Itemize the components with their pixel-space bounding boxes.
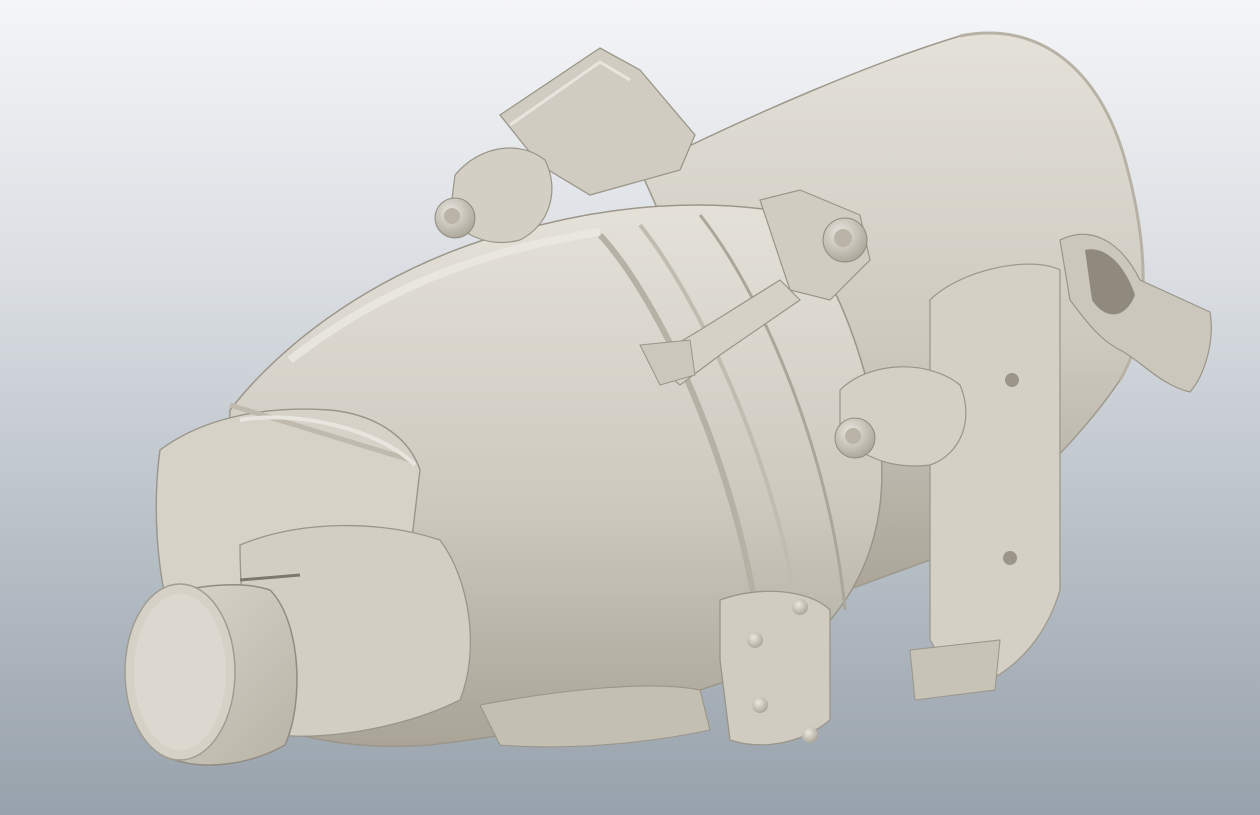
scanned-transmission-model[interactable]	[0, 0, 1260, 815]
middle-bolt-boss[interactable]	[834, 366, 967, 467]
3d-viewport[interactable]	[0, 0, 1260, 815]
top-left-bolt-boss[interactable]	[434, 147, 553, 243]
output-shaft-end-cap[interactable]	[124, 583, 298, 766]
mounting-plate[interactable]	[929, 263, 1061, 691]
bottom-cover-plate[interactable]	[719, 590, 831, 746]
